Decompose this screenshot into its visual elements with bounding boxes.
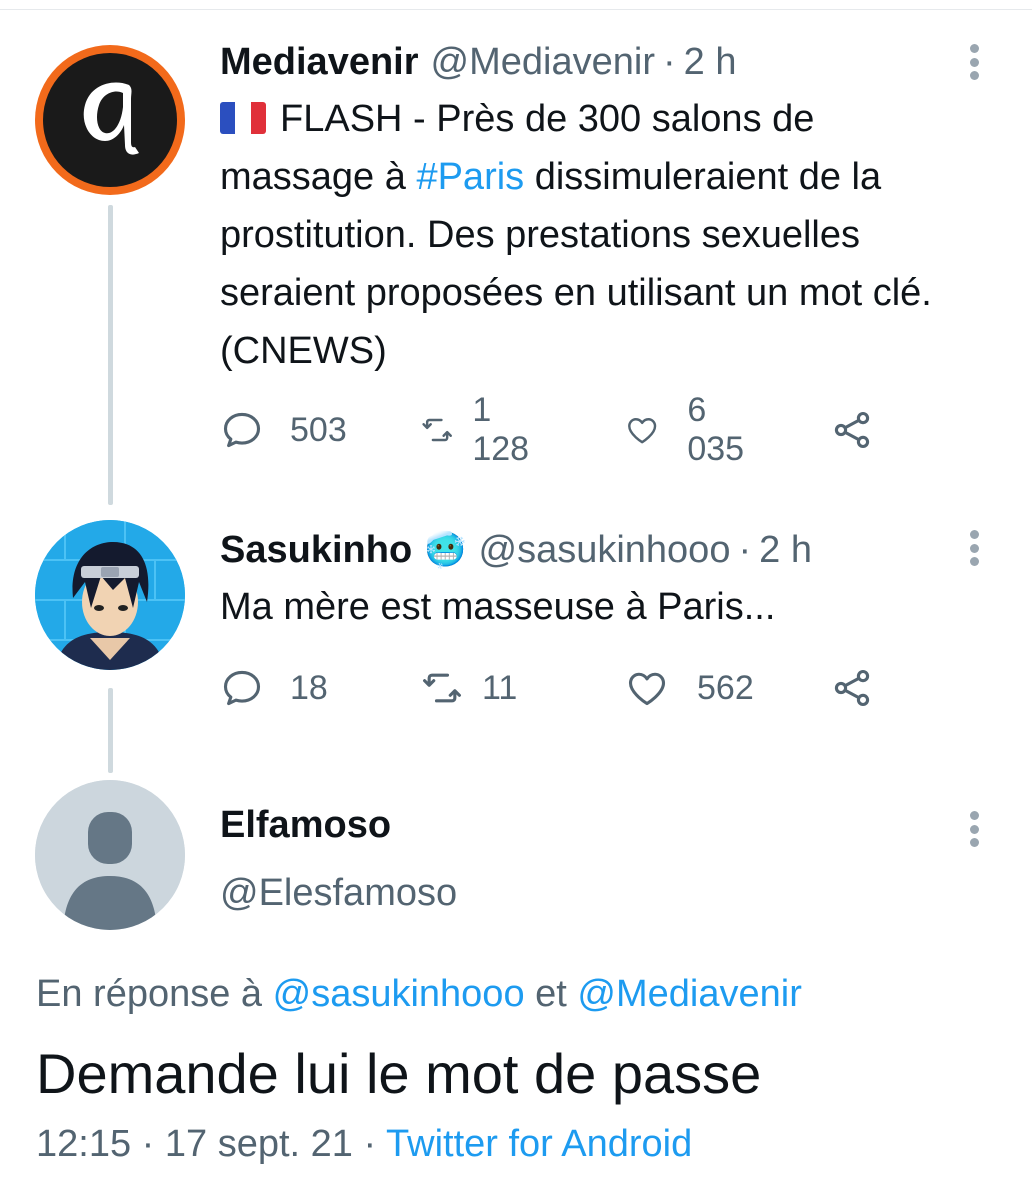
tweet-metadata: 12:15 · 17 sept. 21 · Twitter for Androi… bbox=[36, 1120, 692, 1168]
retweet-count: 11 bbox=[482, 668, 518, 707]
hashtag-link[interactable]: #Paris bbox=[416, 156, 524, 198]
anime-character-avatar-icon bbox=[35, 520, 185, 670]
separator: · bbox=[662, 41, 676, 83]
tweet-header: @Elesfamoso bbox=[220, 871, 972, 915]
retweet-button[interactable]: 1 128 bbox=[420, 391, 539, 468]
reply-count: 503 bbox=[290, 410, 347, 449]
default-avatar-icon bbox=[35, 780, 185, 930]
author-handle[interactable]: @sasukinhooo bbox=[479, 528, 731, 572]
author-name[interactable]: Sasukinho bbox=[220, 528, 412, 572]
share-icon bbox=[834, 669, 870, 707]
cold-face-emoji-icon: 🥶 bbox=[424, 530, 467, 570]
focus-tweet-text: Demande lui le mot de passe bbox=[36, 1042, 762, 1105]
share-icon bbox=[834, 411, 870, 449]
mention-link[interactable]: @Mediavenir bbox=[577, 973, 801, 1015]
tweet-sasukinho[interactable]: Sasukinho 🥶 @sasukinhooo · 2 h Ma mère e… bbox=[0, 500, 1032, 730]
separator: · bbox=[738, 529, 752, 571]
retweet-count: 1 128 bbox=[472, 391, 530, 468]
tweet-mediavenir[interactable]: Mediavenir @Mediavenir · 2 h FLASH - Prè… bbox=[0, 0, 1032, 480]
reply-context: En réponse à @sasukinhooo et @Mediavenir bbox=[36, 970, 802, 1018]
share-button[interactable] bbox=[830, 663, 874, 713]
author-name[interactable]: Mediavenir bbox=[220, 40, 419, 84]
tweet-source-link[interactable]: Twitter for Android bbox=[386, 1123, 692, 1165]
more-options-icon[interactable] bbox=[970, 530, 982, 566]
france-flag-icon bbox=[220, 102, 266, 134]
author-name[interactable]: Elfamoso bbox=[220, 803, 391, 847]
mediavenir-logo-icon bbox=[43, 53, 177, 187]
reply-prefix: En réponse à bbox=[36, 973, 263, 1015]
separator: · bbox=[141, 1123, 155, 1165]
timestamp[interactable]: 2 h bbox=[684, 40, 737, 84]
retweet-icon bbox=[423, 673, 461, 703]
reply-button[interactable]: 18 bbox=[220, 663, 328, 713]
author-handle[interactable]: @Elesfamoso bbox=[220, 871, 457, 915]
share-button[interactable] bbox=[830, 405, 874, 455]
like-button[interactable]: 6 035 bbox=[625, 391, 754, 468]
tweet-header: Elfamoso bbox=[220, 803, 972, 847]
tweet-date[interactable]: 17 sept. 21 bbox=[165, 1123, 353, 1165]
tweet-text: Ma mère est masseuse à Paris... bbox=[220, 586, 776, 628]
retweet-button[interactable]: 11 bbox=[420, 663, 517, 713]
heart-icon bbox=[628, 672, 666, 706]
tweet-header: Mediavenir @Mediavenir · 2 h bbox=[220, 40, 972, 84]
reply-icon bbox=[223, 412, 261, 448]
retweet-icon bbox=[422, 418, 452, 442]
more-options-icon[interactable] bbox=[970, 811, 982, 847]
tweet-header: Sasukinho 🥶 @sasukinhooo · 2 h bbox=[220, 528, 972, 572]
like-count: 6 035 bbox=[687, 391, 745, 468]
more-options-icon[interactable] bbox=[970, 44, 982, 80]
like-button[interactable]: 562 bbox=[625, 663, 754, 713]
like-count: 562 bbox=[697, 668, 754, 707]
avatar[interactable] bbox=[35, 520, 185, 670]
avatar[interactable] bbox=[35, 45, 185, 195]
heart-icon bbox=[628, 418, 657, 444]
tweet-time[interactable]: 12:15 bbox=[36, 1123, 131, 1165]
author-handle[interactable]: @Mediavenir bbox=[431, 40, 655, 84]
tweet-text: FLASH - Près de 300 salons de massage à … bbox=[220, 90, 972, 380]
reply-icon bbox=[223, 670, 261, 706]
mention-link[interactable]: @sasukinhooo bbox=[273, 973, 525, 1015]
avatar[interactable] bbox=[35, 780, 185, 930]
reply-button[interactable]: 503 bbox=[220, 405, 347, 455]
reply-count: 18 bbox=[290, 668, 328, 707]
timestamp[interactable]: 2 h bbox=[759, 528, 812, 572]
separator: · bbox=[363, 1123, 377, 1165]
reply-conjunction: et bbox=[535, 973, 567, 1015]
